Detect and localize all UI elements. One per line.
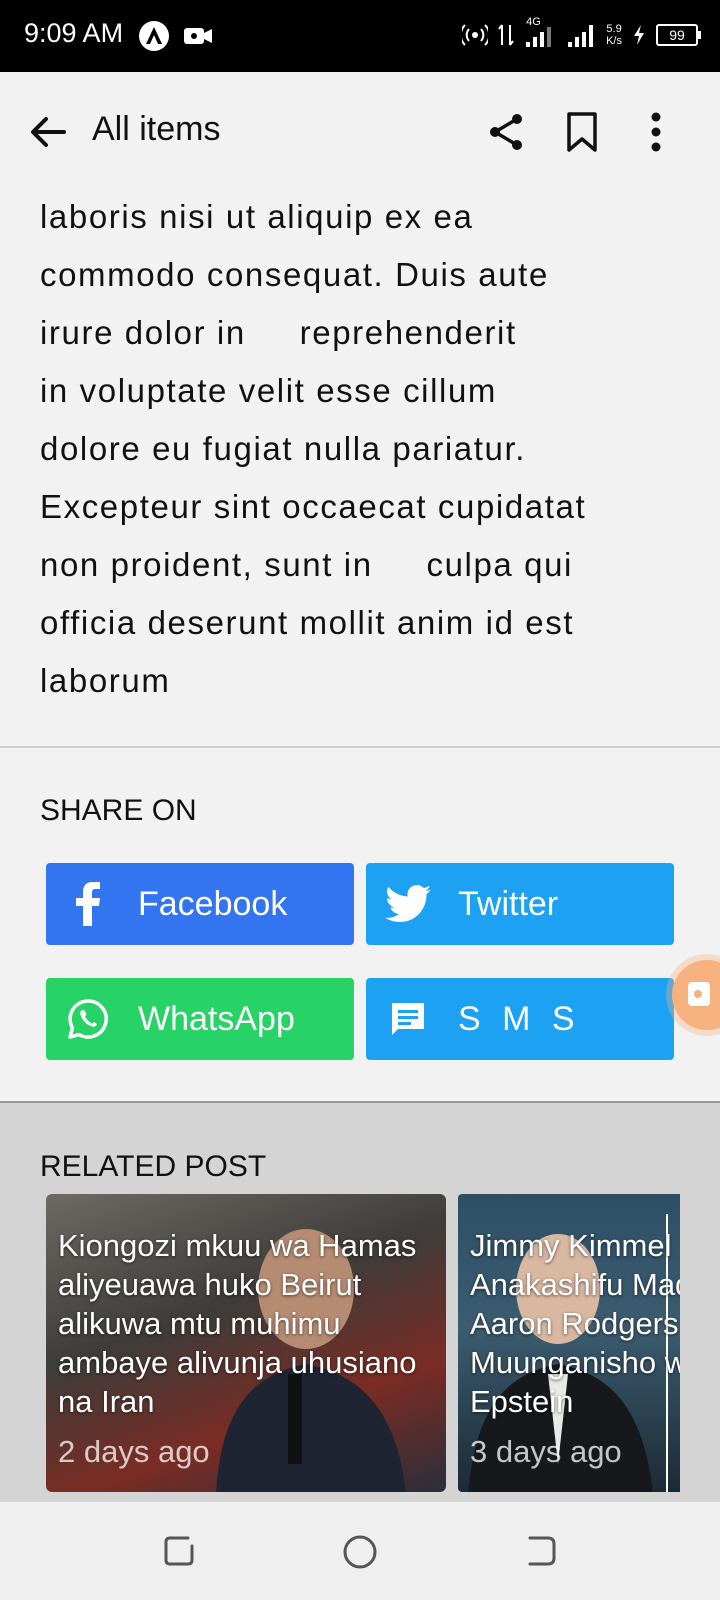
app-bar: All items: [0, 72, 720, 192]
article-text: laboris nisi ut aliquip ex ea commodo co…: [40, 198, 587, 699]
related-title: RELATED POST: [40, 1150, 267, 1183]
post-time: 2 days ago: [58, 1434, 210, 1469]
sms-icon: [384, 995, 432, 1043]
signal-icon: [568, 25, 594, 47]
share-whatsapp-button[interactable]: WhatsApp: [46, 978, 354, 1060]
floating-record-button[interactable]: [672, 960, 720, 1030]
whatsapp-icon: [64, 995, 112, 1043]
home-icon[interactable]: [340, 1532, 380, 1572]
network-type: 4G: [526, 16, 541, 28]
screen-record-icon: [184, 28, 212, 44]
post-headline: Kiongozi mkuu wa Hamas aliyeuawa huko Be…: [58, 1228, 417, 1419]
divider: [0, 746, 720, 748]
hotspot-icon: [462, 24, 489, 46]
share-icon[interactable]: [484, 110, 528, 154]
post-time: 3 days ago: [470, 1434, 622, 1469]
facebook-label: Facebook: [138, 884, 288, 923]
back-arrow-icon[interactable]: [26, 110, 70, 154]
status-bar: 9:09 AM 4G 5.9 K/s 99: [0, 0, 720, 72]
more-vert-icon[interactable]: [634, 110, 678, 154]
share-facebook-button[interactable]: Facebook: [46, 863, 354, 945]
twitter-icon: [384, 880, 432, 928]
sms-label: S M S: [458, 999, 581, 1038]
article-body: laboris nisi ut aliquip ex ea commodo co…: [40, 188, 680, 710]
battery-indicator: 99: [656, 24, 701, 46]
share-sms-button[interactable]: S M S: [366, 978, 674, 1060]
post-headline: Jimmy Kimmel Anakashifu Madai ya Aaron R…: [470, 1226, 680, 1421]
net-speed: 5.9 K/s: [606, 23, 622, 47]
back-nav-icon[interactable]: [520, 1532, 560, 1572]
status-time: 9:09 AM: [24, 18, 124, 48]
status-right: 4G 5.9 K/s 99: [462, 16, 701, 48]
bookmark-icon[interactable]: [560, 110, 604, 154]
twitter-label: Twitter: [458, 884, 559, 923]
notification-app-icon: [139, 21, 169, 51]
facebook-icon: [64, 880, 112, 928]
system-nav-bar: [0, 1502, 720, 1600]
post-headline-text: Jimmy Kimmel Anakashifu Madai ya Aaron R…: [470, 1228, 680, 1419]
whatsapp-label: WhatsApp: [138, 999, 295, 1038]
related-post-card[interactable]: Kiongozi mkuu wa Hamas aliyeuawa huko Be…: [46, 1194, 446, 1492]
data-transfer-icon: [498, 24, 514, 46]
share-twitter-button[interactable]: Twitter: [366, 863, 674, 945]
record-icon: [688, 982, 710, 1006]
signal-4g-icon: 4G: [524, 16, 556, 48]
related-post-card[interactable]: Jimmy Kimmel Anakashifu Madai ya Aaron R…: [458, 1194, 680, 1492]
divider: [0, 1101, 720, 1103]
page-title: All items: [92, 110, 221, 148]
recent-apps-icon[interactable]: [160, 1532, 200, 1572]
charging-icon: [634, 25, 644, 45]
share-title: SHARE ON: [40, 794, 197, 827]
